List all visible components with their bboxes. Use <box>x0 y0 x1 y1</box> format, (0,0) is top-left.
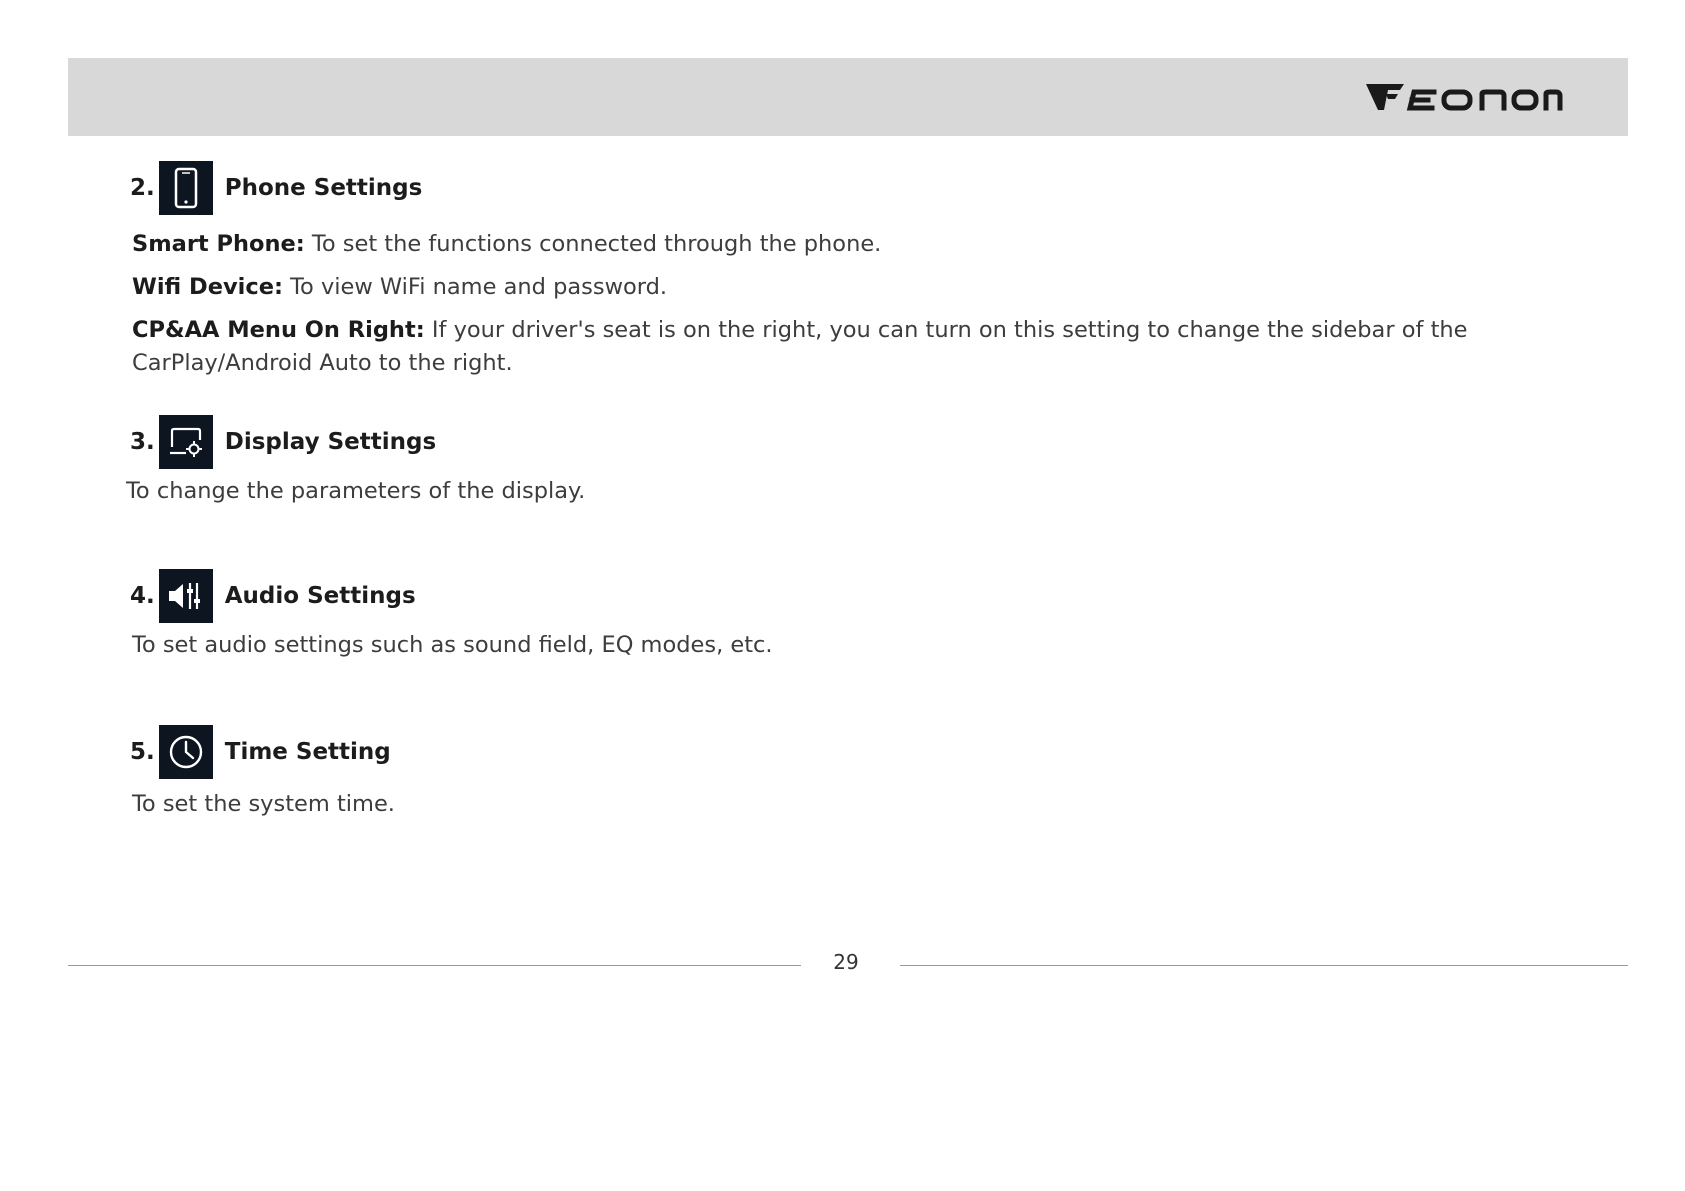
item-label: Wifi Device: <box>132 274 283 300</box>
clock-icon <box>158 725 213 779</box>
section-title: Display Settings <box>224 429 437 455</box>
display-settings-description: To change the parameters of the display. <box>126 478 586 504</box>
item-text: If your driver's seat is on the right, y… <box>431 317 1468 343</box>
section-number: 3. <box>130 429 155 455</box>
cp-aa-menu-line: CP&AA Menu On Right: If your driver's se… <box>132 314 1512 347</box>
header-band <box>68 58 1628 136</box>
time-setting-description: To set the system time. <box>132 791 395 817</box>
footer-rule-left <box>68 965 801 966</box>
smartphone-icon <box>158 161 213 215</box>
item-label: Smart Phone: <box>132 231 305 257</box>
section-phone-settings: 2. Phone Settings <box>130 161 422 215</box>
section-title: Phone Settings <box>224 175 423 201</box>
section-title: Time Setting <box>224 739 391 765</box>
section-time-setting: 5. Time Setting <box>130 725 391 779</box>
eonon-logo <box>1364 80 1564 116</box>
item-text: To view WiFi name and password. <box>290 274 668 300</box>
section-number: 4. <box>130 583 155 609</box>
audio-settings-description: To set audio settings such as sound fiel… <box>132 632 773 658</box>
cp-aa-menu-continuation: CarPlay/Android Auto to the right. <box>132 350 513 376</box>
page-number: 29 <box>833 950 859 974</box>
smart-phone-line: Smart Phone: To set the functions connec… <box>132 228 1512 261</box>
item-label: CP&AA Menu On Right: <box>132 317 425 343</box>
section-audio-settings: 4. Audio Settings <box>130 569 416 623</box>
section-title: Audio Settings <box>224 583 416 609</box>
item-text: To set the functions connected through t… <box>311 231 882 257</box>
wifi-device-line: Wifi Device: To view WiFi name and passw… <box>132 271 1512 304</box>
section-number: 2. <box>130 175 155 201</box>
footer-rule-right <box>900 965 1628 966</box>
display-settings-icon <box>158 415 213 469</box>
audio-settings-icon <box>158 569 213 623</box>
section-number: 5. <box>130 739 155 765</box>
section-display-settings: 3. Display Settings <box>130 415 436 469</box>
eonon-logo-icon <box>1366 84 1563 111</box>
